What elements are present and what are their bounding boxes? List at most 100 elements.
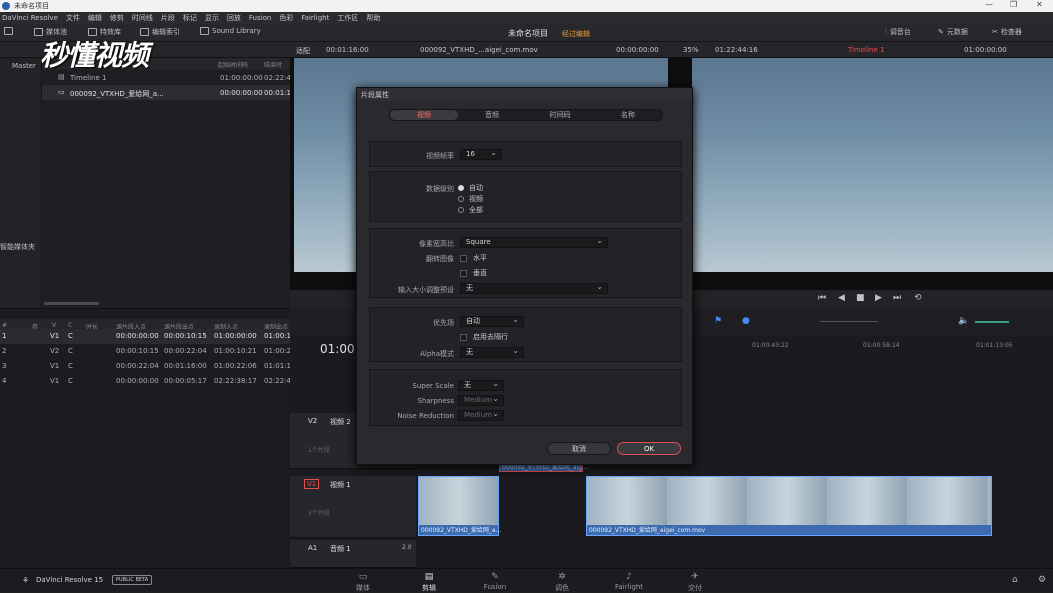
menu-trim[interactable]: 修剪 [110, 13, 124, 23]
source-clip-name[interactable]: 000092_VTXHD_...aigei_com.mov [420, 46, 538, 54]
timeline-icon: ▤ [58, 73, 65, 81]
minimize-icon[interactable]: — [985, 0, 993, 9]
page-fairlight[interactable]: ♪ Fairlight [604, 572, 654, 591]
page-fusion[interactable]: ✎ Fusion [470, 572, 520, 591]
project-name: 未命名项目 [508, 29, 548, 38]
track-header-a1[interactable]: A1 音频 1 2.0 [290, 540, 416, 568]
tab-video[interactable]: 视频 [390, 110, 458, 120]
cancel-button[interactable]: 取消 [547, 442, 611, 455]
levels-video-radio[interactable]: 视频 [458, 194, 483, 204]
gear-icon[interactable]: ⚙ [1038, 575, 1046, 585]
menu-workspace[interactable]: 工作区 [337, 13, 358, 23]
tab-name[interactable]: 名称 [594, 110, 662, 120]
page-edit[interactable]: ▤ 剪辑 [404, 572, 454, 593]
main-toolbar: 媒体池 特效库 编辑索引 Sound Library 未命名项目 经过编辑 ⫶ 调… [0, 24, 1053, 42]
menu-file[interactable]: 文件 [66, 13, 80, 23]
list-item[interactable]: ▭ 000092_VTXHD_爱给网_a... 00:00:00:00 00:0… [42, 85, 291, 100]
home-icon[interactable]: ⌂ [1012, 575, 1018, 585]
table-row[interactable]: 4 V1 C 00:00:00:00 00:00:05:17 02:22:38:17 02… [0, 374, 291, 389]
timeline-clip[interactable]: 000092_VTXHD_爱给网_aigei_com.mov [586, 476, 992, 536]
page-deliver[interactable]: ✈ 交付 [670, 572, 720, 593]
field-section: 优先场 自动 启用去隔行 Alpha模式 无 [369, 307, 682, 362]
table-row[interactable]: 3 V1 C 00:00:22:04 00:01:16:00 01:00:22:06 01… [0, 359, 291, 374]
flip-vertical-checkbox[interactable]: 垂直 [460, 268, 487, 278]
track-header-v1[interactable]: V1 视频 1 3个片段 [290, 476, 416, 538]
menu-fusion[interactable]: Fusion [249, 14, 271, 22]
zoom-dropdown[interactable]: 35% [683, 46, 699, 54]
menu-edit[interactable]: 编辑 [88, 13, 102, 23]
inspector-button[interactable]: ✂ 检查器 [992, 27, 1022, 37]
levels-full-radio[interactable]: 全部 [458, 205, 483, 215]
play-icon[interactable]: ▶ [875, 293, 882, 303]
panel-toggle-icon[interactable] [4, 27, 13, 35]
pixel-aspect-dropdown[interactable]: Square [460, 236, 608, 248]
window-titlebar: 未命名项目 — ❐ ✕ [0, 0, 1053, 12]
window-title: 未命名项目 [14, 2, 49, 10]
resize-preset-dropdown[interactable]: 无 [460, 282, 608, 294]
ruler-tick-label: 01:00:58:14 [863, 342, 900, 349]
bin-list-panel: Master 智能媒体夹 [0, 58, 42, 308]
zoom-slider[interactable] [820, 321, 878, 322]
loop-icon[interactable]: ⟲ [914, 293, 922, 303]
tab-timecode[interactable]: 时间码 [526, 110, 594, 120]
media-pool-list: 起始时间码 结束时 ▤ Timeline 1 01:00:00:00 02:22… [42, 58, 291, 308]
menu-playback[interactable]: 回放 [227, 13, 241, 23]
reverse-icon[interactable]: ◀ [838, 293, 845, 303]
close-icon[interactable]: ✕ [1036, 0, 1043, 9]
volume-slider[interactable] [975, 321, 1009, 323]
skip-start-icon[interactable]: ⏮ [818, 293, 826, 303]
ruler-tick-label: 01:00:43:22 [752, 342, 789, 349]
color-page-icon: ✲ [558, 572, 566, 582]
tab-audio[interactable]: 音频 [458, 110, 526, 120]
table-row[interactable]: 1 V1 C 00:00:00:00 00:00:10:15 01:00:00:00 01… [0, 329, 291, 344]
edit-index-panel: # 卷 V C 时长 源片段入点 源片段出点 录制入点 录制出点 1 V1 C 00… [0, 308, 291, 568]
levels-auto-radio[interactable]: 自动 [458, 183, 483, 193]
restore-icon[interactable]: ❐ [1010, 0, 1017, 9]
stop-icon[interactable]: ■ [856, 293, 865, 303]
smart-bins-label[interactable]: 智能媒体夹 [0, 242, 35, 252]
flag-icon[interactable]: ⚑ [714, 316, 722, 326]
page-media[interactable]: ▭ 媒体 [338, 572, 388, 593]
master-bin[interactable]: Master [12, 62, 36, 70]
dialog-title: 片段属性 [357, 88, 692, 100]
metadata-button[interactable]: ✎ 元数据 [938, 27, 968, 37]
sharpness-dropdown[interactable]: Medium [458, 394, 504, 406]
skip-end-icon[interactable]: ⏭ [893, 293, 901, 303]
mixer-icon: ⫶ [885, 27, 887, 36]
watermark-logo: 秒懂视频 [40, 39, 149, 72]
timeline-clip[interactable]: 000092_VTXHD_爱给网_a... [418, 476, 501, 536]
timeline-viewer[interactable] [692, 58, 1053, 290]
flip-horizontal-checkbox[interactable]: 水平 [460, 253, 487, 263]
menu-view[interactable]: 显示 [205, 13, 219, 23]
timeline-timecode: 01:00:00:00 [964, 46, 1007, 54]
deinterlace-checkbox[interactable]: 启用去隔行 [460, 332, 508, 342]
timeline-dropdown[interactable]: Timeline 1 [848, 46, 884, 54]
menu-davinci[interactable]: DaVinci Resolve [2, 14, 58, 22]
resolve-logo-icon: ⚘ [22, 576, 30, 585]
horizontal-scrollbar[interactable] [44, 302, 99, 305]
mixer-button[interactable]: ⫶ 调音台 [885, 27, 911, 37]
super-scale-dropdown[interactable]: 无 [458, 379, 504, 391]
fps-section: 视频帧率 16 [369, 141, 682, 167]
menu-clip[interactable]: 片段 [161, 13, 175, 23]
page-navigation: ⚘ DaVinci Resolve 15 PUBLIC BETA ▭ 媒体 ▤ 剪辑… [0, 568, 1053, 593]
marker-icon[interactable]: ● [742, 316, 750, 326]
fit-dropdown[interactable]: 适配 [296, 46, 310, 56]
page-color[interactable]: ✲ 调色 [537, 572, 587, 593]
menu-fairlight[interactable]: Fairlight [301, 14, 329, 22]
menu-timeline[interactable]: 时间线 [132, 13, 153, 23]
fps-dropdown[interactable]: 16 [460, 148, 502, 160]
menu-help[interactable]: 帮助 [366, 13, 380, 23]
field-dominance-dropdown[interactable]: 自动 [460, 315, 524, 327]
alpha-mode-dropdown[interactable]: 无 [460, 346, 524, 358]
table-row[interactable]: 2 V2 C 00:00:10:15 00:00:22:04 01:00:10:21 01… [0, 344, 291, 359]
sound-library-button[interactable]: Sound Library [200, 27, 261, 35]
brand-label: DaVinci Resolve 15 [36, 576, 104, 584]
noise-reduction-dropdown[interactable]: Medium [458, 409, 504, 421]
volume-icon[interactable]: 🔈 [958, 316, 969, 326]
col-end-tc[interactable]: 结束时 [264, 60, 282, 69]
menu-color[interactable]: 色彩 [279, 13, 293, 23]
col-start-tc[interactable]: 起始时间码 [218, 60, 248, 69]
ok-button[interactable]: OK [617, 442, 681, 455]
menu-mark[interactable]: 标记 [183, 13, 197, 23]
